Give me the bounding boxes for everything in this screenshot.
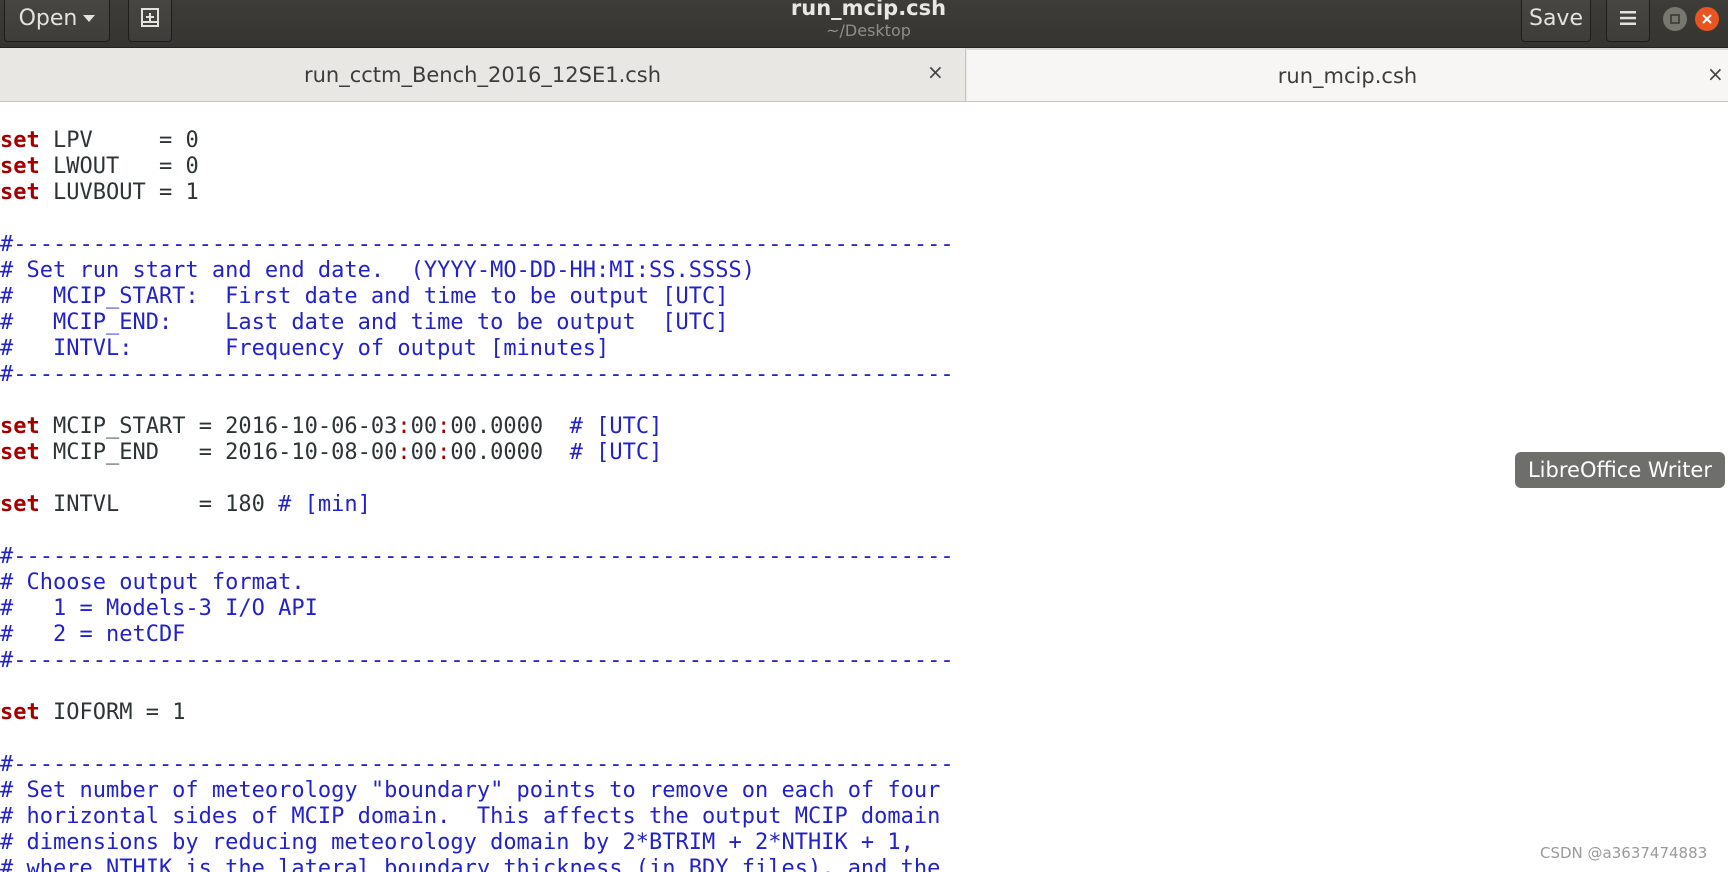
watermark: CSDN @a3637474883 [1540, 844, 1708, 862]
comment-line: # Set number of meteorology "boundary" p… [0, 778, 941, 803]
chevron-down-icon [83, 14, 96, 22]
comment-line: # horizontal sides of MCIP domain. This … [0, 804, 941, 829]
code-line: set LPV = 0 [0, 128, 199, 154]
save-button-label: Save [1528, 5, 1583, 31]
time-separator: : [397, 414, 411, 439]
close-window-button[interactable] [1695, 7, 1719, 31]
code-line: set MCIP_START = 2016-10-06-03:00:00.000… [0, 414, 662, 440]
code-text: INTVL = 180 [39, 492, 279, 517]
inline-comment: # [UTC] [569, 414, 663, 439]
window-subtitle: ~/Desktop [826, 21, 911, 40]
code-text: MCIP_END = 2016-10-08-00 [39, 440, 398, 465]
code-text: 00.0000 [450, 440, 570, 465]
comment-line: # 2 = netCDF [0, 622, 186, 647]
comment-line: # where NTHIK is the lateral boundary th… [0, 856, 941, 872]
comment-line: # Set run start and end date. (YYYY-MO-D… [0, 258, 755, 283]
code-line: set MCIP_END = 2016-10-08-00:00:00.0000 … [0, 440, 662, 466]
window-title-block: run_mcip.csh ~/Desktop [700, 0, 1037, 46]
close-icon [1702, 14, 1712, 24]
tab-close-icon[interactable]: × [1707, 62, 1724, 86]
open-button-label: Open [18, 5, 78, 31]
code-text: IOFORM = 1 [39, 700, 186, 725]
code-text: LUVBOUT = 1 [39, 180, 199, 205]
tab-run-mcip[interactable]: run_mcip.csh × [967, 48, 1728, 101]
tab-close-icon[interactable]: × [927, 60, 944, 84]
inline-comment: # [min] [278, 492, 371, 517]
keyword: set [0, 700, 40, 725]
comment-line: # INTVL: Frequency of output [minutes] [0, 336, 610, 361]
maximize-icon [1670, 14, 1680, 24]
code-text: MCIP_START = 2016-10-06-03 [39, 414, 398, 439]
comment-line: # 1 = Models-3 I/O API [0, 596, 318, 621]
time-separator: : [397, 440, 411, 465]
keyword: set [0, 128, 40, 153]
keyword: set [0, 154, 40, 179]
app-tooltip: LibreOffice Writer [1515, 452, 1725, 488]
time-separator: : [437, 440, 451, 465]
tab-label: run_mcip.csh [1277, 63, 1418, 88]
comment-line: #---------------------------------------… [0, 648, 954, 673]
comment-line: # Choose output format. [0, 570, 305, 595]
keyword: set [0, 180, 40, 205]
code-text: LWOUT = 0 [39, 154, 199, 179]
header-bar: Open run_mcip.csh ~/Desktop Save [0, 0, 1728, 48]
keyword: set [0, 492, 40, 517]
time-separator: : [437, 414, 451, 439]
window-title: run_mcip.csh [790, 0, 947, 20]
new-document-button[interactable] [128, 0, 172, 42]
code-text: LPV = 0 [39, 128, 199, 153]
comment-line: #---------------------------------------… [0, 752, 954, 777]
comment-line: # MCIP_START: First date and time to be … [0, 284, 729, 309]
code-line: set INTVL = 180 # [min] [0, 492, 371, 518]
code-text: 00 [410, 414, 438, 439]
keyword: set [0, 414, 40, 439]
keyword: set [0, 440, 40, 465]
comment-line: #---------------------------------------… [0, 232, 954, 257]
tab-bar: run_cctm_Bench_2016_12SE1.csh × run_mcip… [0, 48, 1728, 102]
new-document-icon [141, 8, 159, 27]
inline-comment: # [UTC] [569, 440, 663, 465]
save-button[interactable]: Save [1521, 0, 1591, 42]
code-line: set LWOUT = 0 [0, 154, 199, 180]
open-button[interactable]: Open [4, 0, 110, 42]
code-text: 00.0000 [450, 414, 570, 439]
code-line: set LUVBOUT = 1 [0, 180, 199, 206]
code-text: 00 [410, 440, 438, 465]
comment-line: #---------------------------------------… [0, 544, 954, 569]
tab-run-cctm[interactable]: run_cctm_Bench_2016_12SE1.csh × [0, 48, 966, 101]
hamburger-menu-icon [1620, 11, 1636, 25]
code-editor[interactable]: set LPV = 0 set LWOUT = 0 set LUVBOUT = … [0, 102, 1728, 872]
code-line: set IOFORM = 1 [0, 700, 185, 726]
maximize-button[interactable] [1663, 7, 1687, 31]
comment-line: # MCIP_END: Last date and time to be out… [0, 310, 729, 335]
menu-button[interactable] [1606, 0, 1650, 42]
comment-line: #---------------------------------------… [0, 362, 954, 387]
tab-label: run_cctm_Bench_2016_12SE1.csh [303, 62, 662, 87]
comment-line: # dimensions by reducing meteorology dom… [0, 830, 914, 855]
